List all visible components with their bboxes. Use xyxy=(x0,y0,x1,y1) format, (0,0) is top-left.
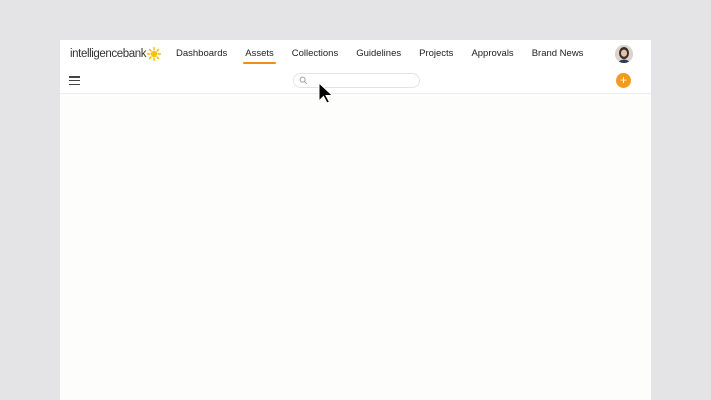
search-box[interactable] xyxy=(293,73,420,88)
nav-dashboards[interactable]: Dashboards xyxy=(176,40,227,68)
search-icon xyxy=(299,76,308,85)
avatar-icon xyxy=(615,45,633,63)
brand-logo[interactable]: intelligencebank xyxy=(70,47,162,61)
toolbar: + xyxy=(60,68,651,94)
logo-text: intelligencebank xyxy=(70,48,147,60)
nav-guidelines[interactable]: Guidelines xyxy=(356,40,401,68)
nav-assets[interactable]: Assets xyxy=(243,40,276,68)
main-nav: Dashboards Assets Collections Guidelines… xyxy=(176,40,601,68)
nav-brand-news[interactable]: Brand News xyxy=(532,40,584,68)
mouse-pointer-icon xyxy=(318,82,334,104)
nav-projects[interactable]: Projects xyxy=(419,40,453,68)
nav-approvals[interactable]: Approvals xyxy=(471,40,513,68)
user-avatar[interactable] xyxy=(615,45,633,63)
add-button[interactable]: + xyxy=(616,73,631,88)
hamburger-menu-icon[interactable] xyxy=(69,76,80,86)
top-navigation-bar: intelligencebank Dashboards Assets Colle… xyxy=(60,40,651,69)
sun-icon xyxy=(147,47,162,61)
app-window: intelligencebank Dashboards Assets Colle… xyxy=(60,40,651,400)
nav-collections[interactable]: Collections xyxy=(292,40,338,68)
